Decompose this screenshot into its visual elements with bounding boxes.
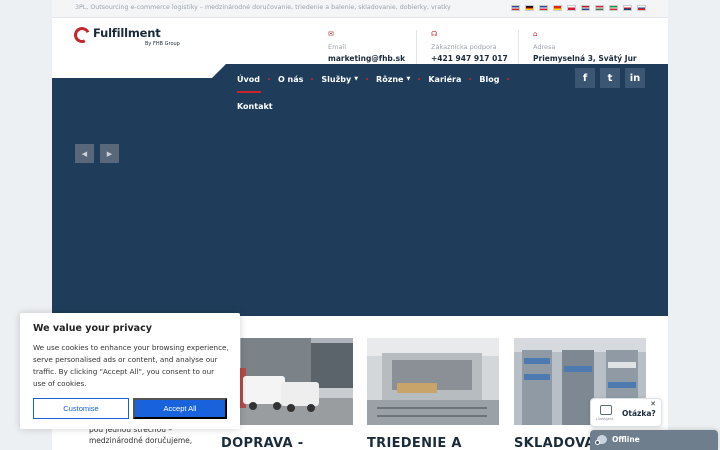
- service-title-sorting[interactable]: TRIEDENIE A: [367, 436, 462, 450]
- contact-support-label: Zákaznícka podpora: [431, 43, 497, 51]
- nav-separator: [507, 78, 510, 80]
- chat-brand-label: LiveAgent: [596, 417, 614, 421]
- nav-separator: [311, 78, 314, 80]
- status-dot: [595, 440, 600, 445]
- chat-question-label: Otázka?: [622, 409, 656, 418]
- language-flags: [511, 5, 646, 11]
- contact-support-value: +421 947 917 017: [431, 54, 508, 63]
- cookie-accept-all-button[interactable]: Accept All: [133, 398, 227, 419]
- headset-icon: ☊: [431, 30, 438, 38]
- chat-status-bar[interactable]: Offline: [590, 430, 718, 450]
- home-icon: ⌂: [533, 30, 538, 38]
- service-title-warehouse[interactable]: SKLADOVA: [514, 436, 595, 450]
- nav-item-0[interactable]: Úvod: [237, 75, 260, 84]
- nav-separator: [469, 78, 472, 80]
- nav-active-indicator: [237, 91, 261, 93]
- facebook-icon[interactable]: f: [575, 68, 595, 88]
- nav-item-4[interactable]: Kariéra: [428, 75, 461, 84]
- chat-bubble-icon: [600, 405, 612, 415]
- nav-separator: [267, 78, 270, 80]
- nav-item-label: Rôzne: [376, 74, 404, 84]
- cookie-banner: We value your privacy We use cookies to …: [20, 313, 240, 429]
- contact-email-value: marketing@fhb.sk: [328, 54, 406, 63]
- flag-it-icon[interactable]: [609, 5, 618, 11]
- nav-item-2[interactable]: Služby ▼: [321, 75, 358, 84]
- service-image-sorting[interactable]: [367, 338, 499, 425]
- contact-email[interactable]: ✉ Email marketing@fhb.sk: [328, 30, 405, 63]
- nav-item-label: Úvod: [237, 74, 260, 84]
- service-title-transport[interactable]: DOPRAVA -: [221, 436, 303, 450]
- nav-item-3[interactable]: Rôzne ▼: [376, 75, 410, 84]
- flag-sk-icon[interactable]: [637, 5, 646, 11]
- flag-en-icon[interactable]: [511, 5, 520, 11]
- flag-cn-icon[interactable]: [553, 5, 562, 11]
- flag-hu-icon[interactable]: [595, 5, 604, 11]
- cookie-title: We value your privacy: [33, 323, 152, 334]
- caret-down-icon: ▼: [354, 76, 359, 82]
- envelope-icon: ✉: [328, 30, 334, 38]
- contact-address-value: Priemyselná 3, Svätý Jur: [533, 54, 637, 63]
- flag-pl-icon[interactable]: [567, 5, 576, 11]
- cookie-body: We use cookies to enhance your browsing …: [33, 343, 229, 388]
- logo-wordmark: Fulfillment: [93, 26, 161, 40]
- contact-divider: [416, 30, 417, 64]
- nav-item-label: Kariéra: [428, 74, 462, 84]
- nav-item-1[interactable]: O nás: [278, 75, 303, 84]
- main-nav: Úvod O nás Služby ▼ Rôzne ▼ Kariéra Blog: [237, 73, 517, 85]
- nav-item-label: Blog: [479, 74, 500, 84]
- nav-item-label: O nás: [277, 74, 304, 84]
- nav-item-5[interactable]: Blog: [479, 75, 499, 84]
- flag-nl-icon[interactable]: [581, 5, 590, 11]
- flag-de-icon[interactable]: [525, 5, 534, 11]
- top-bar: 3PL, Outsourcing e-commerce logistiky – …: [52, 0, 668, 18]
- cookie-customise-button[interactable]: Customise: [33, 398, 129, 419]
- tagline: 3PL, Outsourcing e-commerce logistiky – …: [75, 4, 451, 11]
- contact-support[interactable]: ☊ Zákaznícka podpora +421 947 917 017: [431, 30, 508, 63]
- linkedin-icon[interactable]: in: [625, 68, 645, 88]
- contact-address: ⌂ Adresa Priemyselná 3, Svätý Jur: [533, 30, 637, 63]
- nav-item-label: Služby: [321, 74, 352, 84]
- contact-address-label: Adresa: [533, 43, 556, 51]
- logo-subtitle: By FHB Group: [145, 41, 180, 47]
- twitter-icon[interactable]: t: [600, 68, 620, 88]
- contact-email-label: Email: [328, 43, 347, 51]
- caret-down-icon: ▼: [406, 76, 411, 82]
- flag-fr-icon[interactable]: [539, 5, 548, 11]
- nav-separator: [366, 78, 369, 80]
- logo-ring-icon: [71, 24, 93, 46]
- slider-next-button[interactable]: ▶: [100, 144, 119, 163]
- slider-prev-button[interactable]: ◀: [75, 144, 94, 163]
- fulfillment-logo[interactable]: Fulfillment By FHB Group: [71, 24, 180, 50]
- contact-divider: [518, 30, 519, 64]
- chat-question-bubble[interactable]: LiveAgent Otázka? ✕: [590, 398, 662, 427]
- service-image-transport[interactable]: [221, 338, 353, 425]
- nav-separator: [418, 78, 421, 80]
- chat-status-label: Offline: [612, 435, 640, 444]
- flag-cz-icon[interactable]: [623, 5, 632, 11]
- close-icon[interactable]: ✕: [650, 400, 656, 408]
- hero-slider: [52, 78, 668, 316]
- nav-item-kontakt[interactable]: Kontakt: [237, 102, 273, 111]
